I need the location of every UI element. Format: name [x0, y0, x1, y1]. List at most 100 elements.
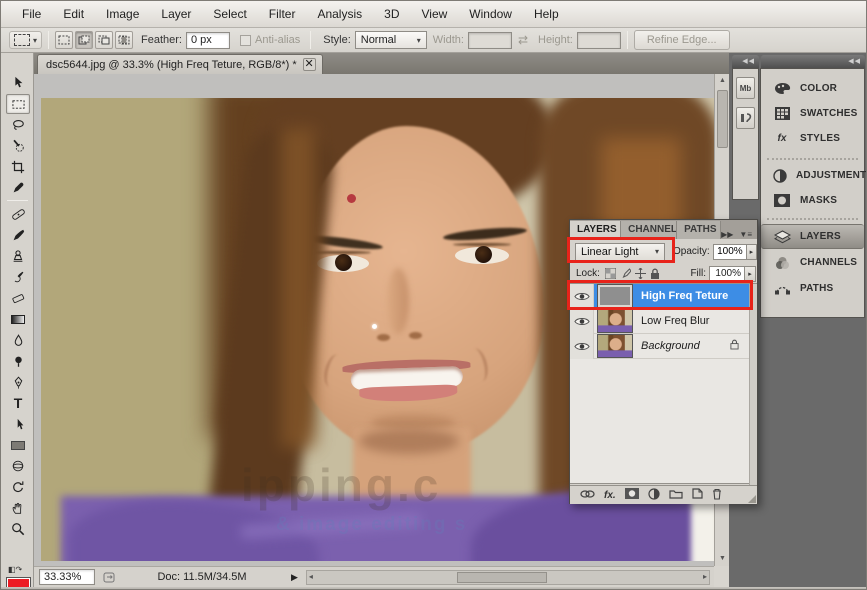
status-flyout-icon[interactable]: ▶ [291, 572, 298, 583]
path-selection-tool[interactable] [6, 414, 30, 434]
layer-name[interactable]: High Freq Teture [641, 290, 728, 302]
panel-collapse-icon[interactable]: ▶▶ [721, 230, 733, 239]
panel-button-color[interactable]: COLOR [761, 76, 864, 101]
visibility-toggle[interactable] [570, 309, 594, 334]
menu-select[interactable]: Select [202, 1, 257, 27]
clone-source-panel-icon[interactable] [736, 107, 755, 129]
opacity-value[interactable]: 100% [713, 244, 747, 260]
layer-style-icon[interactable]: fx. [604, 490, 616, 501]
layer-thumbnail[interactable] [597, 309, 633, 333]
document-tab[interactable]: dsc5644.jpg @ 33.3% (High Freq Teture, R… [37, 54, 323, 74]
crop-tool[interactable] [6, 157, 30, 177]
delete-layer-icon[interactable] [712, 488, 722, 503]
refine-edge-button[interactable]: Refine Edge... [634, 30, 730, 50]
spot-healing-tool[interactable] [6, 204, 30, 224]
intersect-selection-button[interactable] [115, 31, 133, 49]
opacity-spinner-icon[interactable]: ▸ [747, 244, 757, 260]
scroll-right-icon[interactable]: ▸ [703, 572, 707, 581]
menu-help[interactable]: Help [523, 1, 570, 27]
rectangle-shape-tool[interactable] [6, 435, 30, 455]
mini-bridge-panel-icon[interactable]: Mb [736, 77, 755, 99]
visibility-toggle[interactable] [570, 284, 594, 309]
style-dropdown[interactable]: Normal ▾ [355, 31, 427, 49]
blur-tool[interactable] [6, 330, 30, 350]
move-tool[interactable] [6, 73, 30, 93]
gradient-tool[interactable] [6, 309, 30, 329]
tab-paths[interactable]: PATHS [677, 221, 721, 239]
hand-tool[interactable] [6, 498, 30, 518]
tab-channels[interactable]: CHANNELS [621, 221, 677, 239]
layer-thumbnail[interactable] [597, 284, 633, 308]
anti-alias-checkbox[interactable] [240, 35, 251, 46]
dodge-tool[interactable] [6, 351, 30, 371]
menu-window[interactable]: Window [458, 1, 523, 27]
3d-orbit-tool[interactable] [6, 477, 30, 497]
tool-preset-picker[interactable]: ▾ [9, 31, 42, 49]
zoom-tool[interactable] [6, 519, 30, 539]
scroll-up-icon[interactable]: ▲ [715, 74, 730, 88]
menu-analysis[interactable]: Analysis [306, 1, 373, 27]
blend-mode-dropdown[interactable]: Linear Light ▾ [575, 243, 665, 261]
scroll-down-icon[interactable]: ▼ [715, 552, 730, 566]
layer-row-high-freq[interactable]: High Freq Teture [570, 284, 749, 309]
clone-stamp-tool[interactable] [6, 246, 30, 266]
add-mask-icon[interactable] [625, 488, 639, 502]
lock-all-icon[interactable] [650, 268, 660, 280]
pen-tool[interactable] [6, 372, 30, 392]
feather-input[interactable]: 0 px [186, 32, 230, 49]
horizontal-scroll-thumb[interactable] [457, 572, 547, 583]
layer-row-low-freq[interactable]: Low Freq Blur [570, 309, 749, 334]
lock-pixels-icon[interactable] [620, 268, 631, 279]
panel-button-adjustments[interactable]: ADJUSTMENTS [761, 163, 864, 188]
new-selection-button[interactable] [55, 31, 73, 49]
menu-filter[interactable]: Filter [258, 1, 307, 27]
panel-button-styles[interactable]: fx STYLES [761, 126, 864, 151]
layer-row-background[interactable]: Background [570, 334, 749, 359]
3d-rotate-tool[interactable] [6, 456, 30, 476]
lock-transparency-icon[interactable] [605, 268, 616, 279]
fill-spinner-icon[interactable]: ▸ [745, 266, 756, 282]
swap-colors-icon[interactable]: ◧↷ [8, 565, 28, 577]
menu-view[interactable]: View [410, 1, 458, 27]
rectangular-marquee-tool[interactable] [6, 94, 30, 114]
scroll-left-icon[interactable]: ◂ [309, 572, 313, 581]
menu-edit[interactable]: Edit [52, 1, 95, 27]
subtract-from-selection-button[interactable] [95, 31, 113, 49]
panel-menu-icon[interactable]: ▼≡ [739, 230, 752, 239]
close-tab-icon[interactable]: ✕ [303, 58, 316, 71]
layer-name[interactable]: Background [641, 340, 700, 352]
link-layers-icon[interactable] [580, 489, 595, 501]
lasso-tool[interactable] [6, 115, 30, 135]
menu-layer[interactable]: Layer [150, 1, 202, 27]
menu-file[interactable]: File [11, 1, 52, 27]
panel-button-paths[interactable]: PATHS [761, 276, 864, 301]
quick-selection-tool[interactable] [6, 136, 30, 156]
panel-resize-grip[interactable] [748, 495, 756, 503]
collapse-dock-icon[interactable]: ◀◀ [761, 55, 865, 68]
history-brush-tool[interactable] [6, 267, 30, 287]
brush-tool[interactable] [6, 225, 30, 245]
collapse-strip-icon[interactable]: ◀◀ [732, 55, 759, 68]
new-group-icon[interactable] [669, 489, 683, 502]
type-tool[interactable]: T [6, 393, 30, 413]
new-layer-icon[interactable] [692, 488, 703, 502]
layer-thumbnail[interactable] [597, 334, 633, 358]
lock-position-icon[interactable] [635, 268, 646, 279]
add-to-selection-button[interactable] [75, 31, 93, 49]
vertical-scroll-thumb[interactable] [717, 90, 728, 148]
layer-name[interactable]: Low Freq Blur [641, 315, 709, 327]
visibility-toggle[interactable] [570, 334, 594, 359]
panel-button-layers[interactable]: LAYERS [761, 224, 864, 249]
zoom-level-field[interactable]: 33.33% [39, 569, 95, 585]
eraser-tool[interactable] [6, 288, 30, 308]
layers-list-scrollbar[interactable] [749, 284, 757, 485]
menu-image[interactable]: Image [95, 1, 150, 27]
eyedropper-tool[interactable] [6, 178, 30, 198]
panel-button-swatches[interactable]: SWATCHES [761, 101, 864, 126]
fill-value[interactable]: 100% [709, 266, 745, 282]
menu-3d[interactable]: 3D [373, 1, 410, 27]
panel-button-masks[interactable]: MASKS [761, 188, 864, 213]
horizontal-scrollbar[interactable]: ◂ ▸ [306, 570, 710, 585]
tab-layers[interactable]: LAYERS [570, 221, 621, 239]
adjustment-layer-icon[interactable] [648, 488, 660, 503]
